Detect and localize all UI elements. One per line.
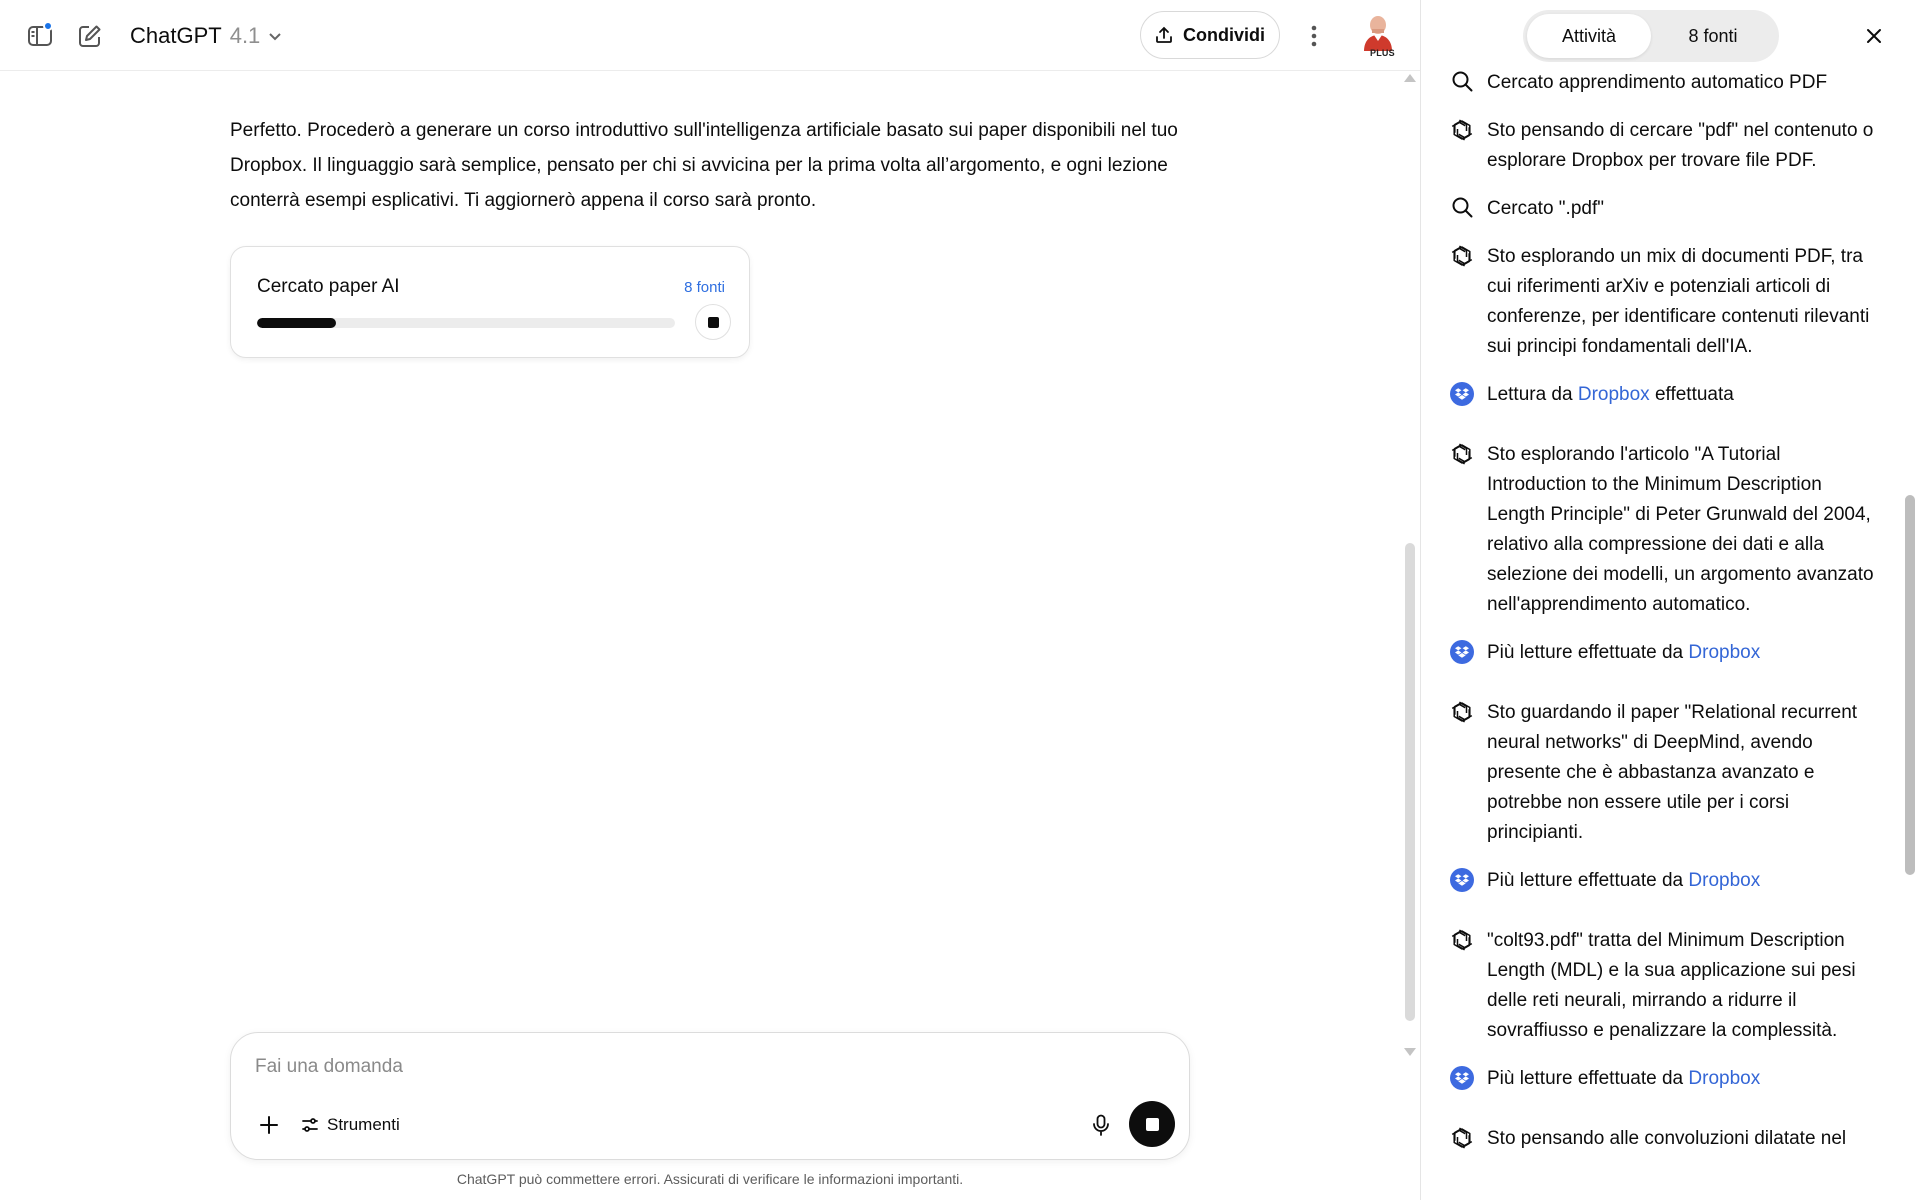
user-avatar[interactable]: PLUS	[1358, 15, 1398, 59]
composer: Strumenti	[230, 1032, 1190, 1160]
dropbox-icon	[1449, 866, 1475, 896]
stop-generation-button[interactable]	[1129, 1101, 1175, 1147]
openai-logo-icon	[1449, 116, 1475, 146]
activity-entry: Sto pensando di cercare "pdf" nel conten…	[1449, 116, 1879, 176]
activity-entry-text: Sto esplorando un mix di documenti PDF, …	[1487, 246, 1870, 357]
top-bar: ChatGPT 4.1 Condividi PLUS	[0, 0, 1420, 71]
avatar-image	[1364, 16, 1392, 51]
activity-entry-text: Sto esplorando l'articolo "A Tutorial In…	[1487, 444, 1874, 615]
tab-activity[interactable]: Attività	[1527, 14, 1651, 58]
search-icon	[1449, 194, 1475, 224]
activity-feed: Cercato apprendimento automatico PDF Sto …	[1449, 68, 1879, 1172]
activity-entry-text: Più letture effettuate da Dropbox	[1487, 1064, 1760, 1094]
search-progress-fill	[257, 318, 337, 328]
plus-icon	[260, 1116, 278, 1134]
scroll-up-arrow[interactable]	[1404, 74, 1416, 82]
activity-entry: Cercato apprendimento automatico PDF	[1449, 68, 1879, 98]
openai-logo-icon	[1449, 242, 1475, 272]
activity-entry: "colt93.pdf" tratta del Minimum Descript…	[1449, 926, 1879, 1046]
activity-entry: Lettura da Dropbox effettuata	[1449, 380, 1879, 410]
activity-entry-suffix: effettuata	[1649, 384, 1734, 405]
activity-entry-text: Cercato ".pdf"	[1487, 198, 1604, 219]
activity-entry-text: Lettura da Dropbox effettuata	[1487, 380, 1734, 410]
dropbox-link[interactable]: Dropbox	[1688, 870, 1760, 891]
search-progress-bar	[257, 318, 675, 328]
panel-scrollbar-thumb[interactable]	[1905, 495, 1915, 875]
activity-entry: Sto esplorando un mix di documenti PDF, …	[1449, 242, 1879, 362]
activity-entry-prefix: Più letture effettuate da	[1487, 870, 1689, 891]
microphone-icon	[1093, 1114, 1109, 1136]
activity-panel: Attività 8 fonti Cercato apprendimento a…	[1420, 0, 1920, 1200]
scroll-down-arrow[interactable]	[1404, 1048, 1416, 1056]
dropbox-link[interactable]: Dropbox	[1578, 384, 1650, 405]
upload-icon	[1156, 26, 1172, 43]
activity-entry-prefix: Lettura da	[1487, 384, 1578, 405]
panel-tabs: Attività 8 fonti	[1523, 10, 1779, 62]
attach-button[interactable]	[251, 1107, 287, 1143]
dropbox-icon	[1449, 1064, 1475, 1094]
openai-logo-icon	[1449, 698, 1475, 728]
activity-entry-prefix: Più letture effettuate da	[1487, 642, 1689, 663]
openai-logo-icon	[1449, 1124, 1475, 1154]
dropbox-icon	[1449, 380, 1475, 410]
search-icon	[1449, 68, 1475, 98]
stop-icon	[1145, 1117, 1159, 1131]
app-name: ChatGPT	[130, 23, 222, 48]
openai-logo-icon	[1449, 926, 1475, 956]
tools-button[interactable]: Strumenti	[301, 1109, 400, 1141]
chevron-down-icon	[269, 33, 282, 41]
edit-icon	[79, 25, 101, 47]
activity-entry-prefix: Più letture effettuate da	[1487, 1068, 1689, 1089]
activity-entry: Più letture effettuate da Dropbox	[1449, 866, 1879, 896]
search-card-title: Cercato paper AI	[257, 276, 400, 297]
new-chat-button[interactable]	[72, 18, 108, 54]
activity-entry: Cercato ".pdf"	[1449, 194, 1879, 224]
dropbox-icon	[1449, 638, 1475, 668]
main-pane: ChatGPT 4.1 Condividi PLUS Perfetto. Pro…	[0, 0, 1420, 1200]
main-scrollbar-thumb[interactable]	[1405, 543, 1415, 1021]
more-options-button[interactable]	[1298, 18, 1330, 54]
notification-dot	[43, 21, 53, 31]
model-version: 4.1	[229, 23, 261, 48]
sidebar-toggle-button[interactable]	[22, 18, 58, 54]
activity-entry-text: Sto pensando di cercare "pdf" nel conten…	[1487, 120, 1874, 171]
disclaimer-text: ChatGPT può commettere errori. Assicurat…	[456, 1171, 964, 1187]
activity-entry-text: Sto guardando il paper "Relational recur…	[1487, 702, 1858, 843]
close-icon	[1867, 29, 1881, 43]
share-label: Condividi	[1183, 24, 1265, 45]
search-progress-card: Cercato paper AI 8 fonti	[230, 246, 750, 358]
activity-entry: Più letture effettuate da Dropbox	[1449, 1064, 1879, 1094]
activity-entry-text: "colt93.pdf" tratta del Minimum Descript…	[1487, 930, 1856, 1041]
stop-research-button[interactable]	[695, 304, 731, 340]
more-vertical-icon	[1311, 25, 1317, 47]
plan-badge: PLUS	[1370, 48, 1395, 58]
activity-entry-text: Sto pensando alle convoluzioni dilatate …	[1487, 1128, 1847, 1149]
share-button[interactable]: Condividi	[1140, 11, 1280, 59]
stop-icon	[707, 316, 719, 328]
activity-entry: Sto pensando alle convoluzioni dilatate …	[1449, 1124, 1879, 1154]
close-panel-button[interactable]	[1857, 19, 1891, 53]
activity-entry-text: Cercato apprendimento automatico PDF	[1487, 72, 1828, 93]
activity-entry: Più letture effettuate da Dropbox	[1449, 638, 1879, 668]
activity-entry-text: Più letture effettuate da Dropbox	[1487, 866, 1760, 896]
search-card-sources-link[interactable]: 8 fonti	[684, 279, 725, 296]
tab-sources[interactable]: 8 fonti	[1651, 14, 1775, 58]
dropbox-link[interactable]: Dropbox	[1688, 642, 1760, 663]
assistant-message: Perfetto. Procederò a generare un corso …	[230, 120, 1178, 211]
activity-entry: Sto guardando il paper "Relational recur…	[1449, 698, 1879, 848]
tools-label: Strumenti	[327, 1115, 400, 1134]
dropbox-link[interactable]: Dropbox	[1688, 1068, 1760, 1089]
prompt-input[interactable]	[255, 1051, 1155, 1083]
activity-entry-text: Più letture effettuate da Dropbox	[1487, 638, 1760, 668]
sliders-icon	[302, 1118, 318, 1132]
model-selector[interactable]: ChatGPT 4.1	[130, 19, 282, 53]
openai-logo-icon	[1449, 440, 1475, 470]
dictate-button[interactable]	[1083, 1107, 1119, 1143]
activity-entry: Sto esplorando l'articolo "A Tutorial In…	[1449, 440, 1879, 620]
